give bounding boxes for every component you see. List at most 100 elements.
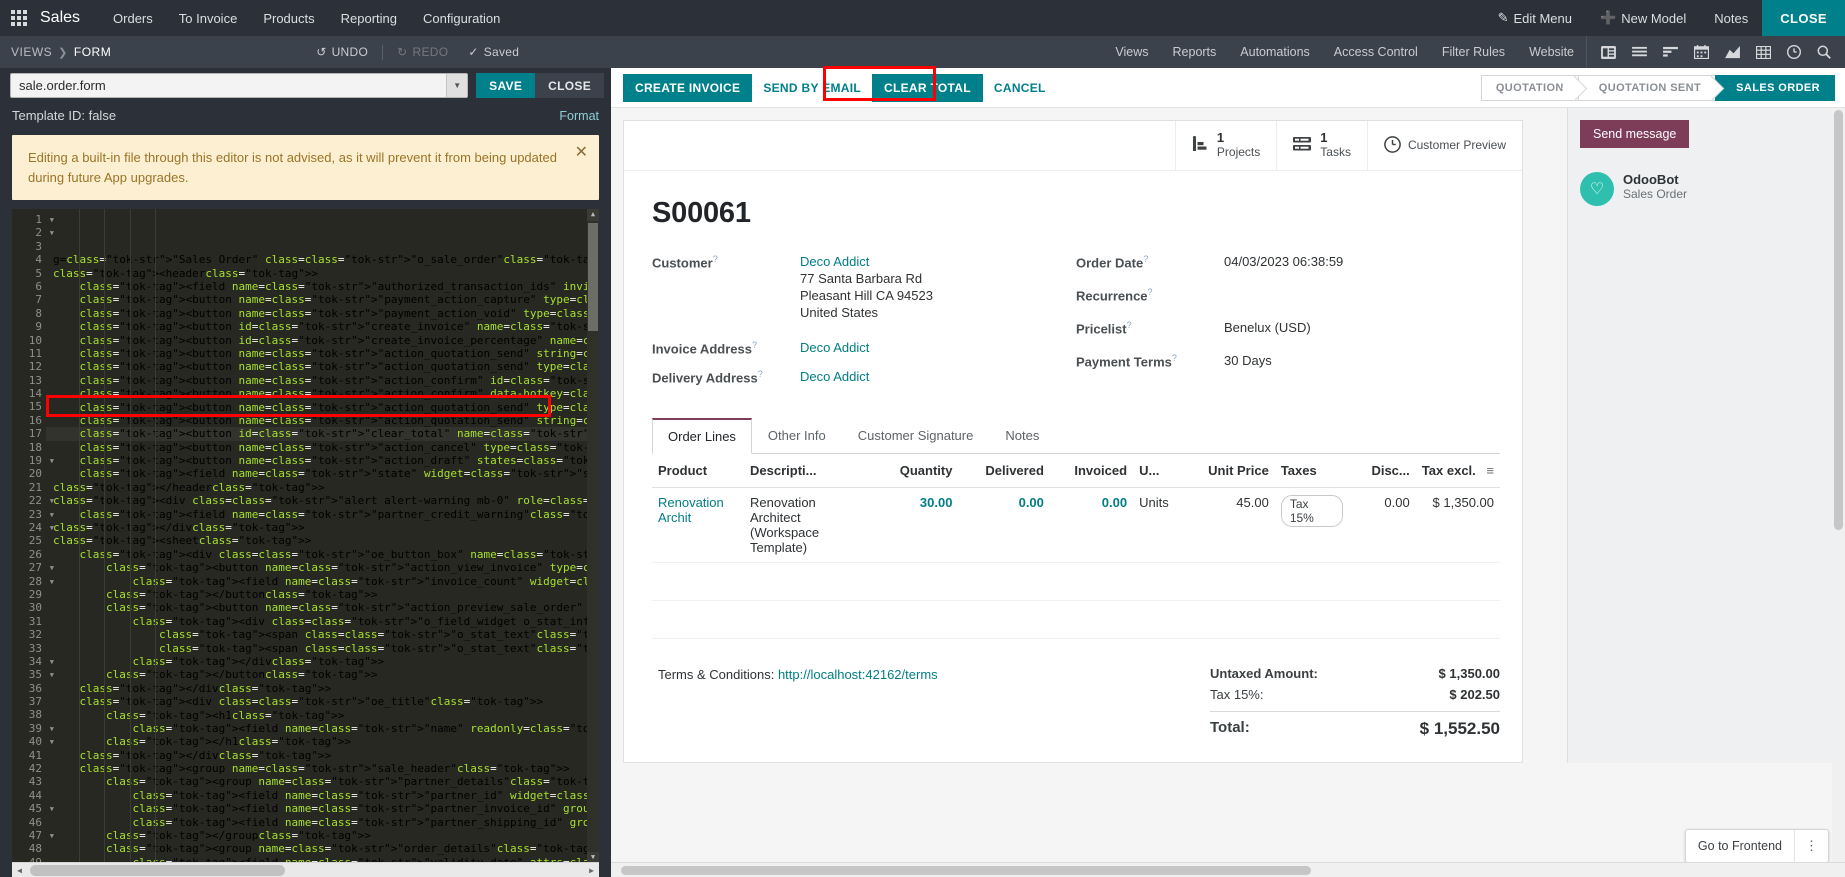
avatar[interactable]: ♡ — [1580, 172, 1614, 206]
cell-quantity[interactable]: 30.00 — [867, 487, 959, 563]
code-line[interactable]: class="tok-tag"><field name=class="tok-s… — [46, 722, 587, 735]
code-line[interactable]: class="tok-tag"><button name=class="tok-… — [46, 454, 588, 467]
code-line[interactable]: class="tok-tag"><button name=class="tok-… — [46, 561, 587, 574]
clear-total-button[interactable]: CLEAR TOTAL — [872, 73, 983, 102]
code-line[interactable]: class="tok-tag"></divclass="tok-tag">> — [46, 521, 587, 534]
search-icon[interactable] — [1809, 40, 1839, 64]
col-taxes[interactable]: Taxes — [1274, 454, 1350, 488]
col-invoiced[interactable]: Invoiced — [1049, 454, 1134, 488]
status-step-quotation[interactable]: QUOTATION — [1480, 74, 1578, 101]
form-hscroll-thumb[interactable] — [621, 866, 1311, 875]
vertical-dots-icon[interactable]: ⋮ — [1794, 830, 1828, 862]
cell-delivered[interactable]: 0.00 — [958, 487, 1050, 563]
code-line[interactable]: class="tok-tag"><field name=class="tok-s… — [46, 789, 587, 802]
kanban-icon[interactable] — [1593, 41, 1624, 64]
code-line[interactable]: class="tok-tag"><div class=class="tok-st… — [46, 695, 587, 708]
tab-notes[interactable]: Notes — [989, 418, 1055, 454]
code-line[interactable]: class="tok-tag"><button name=class="tok-… — [46, 360, 588, 373]
code-line[interactable]: class="tok-tag"><button name=class="tok-… — [46, 387, 588, 400]
tab-other-info[interactable]: Other Info — [752, 418, 842, 454]
code-line[interactable]: class="tok-tag"><h1class="tok-tag">> — [46, 709, 587, 722]
col-product[interactable]: Product — [652, 454, 745, 488]
code-line[interactable]: class="tok-tag"><group name=class="tok-s… — [46, 842, 587, 855]
field-value-payment-terms[interactable]: 30 Days — [1224, 351, 1272, 373]
cell-description[interactable]: Renovation Architect (Workspace Template… — [744, 487, 868, 563]
field-value-order-date[interactable]: 04/03/2023 06:38:59 — [1224, 252, 1343, 274]
view-select-input[interactable] — [10, 73, 469, 98]
studio-tab-automations[interactable]: Automations — [1228, 37, 1321, 67]
save-button[interactable]: SAVE — [476, 73, 536, 98]
calendar-icon[interactable] — [1686, 40, 1717, 64]
code-line[interactable]: class="tok-tag"><field name=class="tok-s… — [46, 816, 587, 829]
cell-uom[interactable]: Units — [1133, 487, 1191, 563]
editor-horizontal-scrollbar[interactable]: ◀ ▶ — [12, 862, 599, 877]
pivot-icon[interactable] — [1748, 41, 1779, 64]
field-value-delivery-address[interactable]: Deco Addict — [800, 367, 869, 389]
code-line[interactable]: class="tok-tag"><field name=class="tok-s… — [46, 280, 588, 293]
code-line[interactable]: class="tok-tag"><field name=class="tok-s… — [46, 575, 587, 588]
code-line[interactable]: class="tok-tag"><button name=class="tok-… — [46, 414, 588, 427]
studio-close-button[interactable]: CLOSE — [1762, 0, 1845, 36]
code-text-area[interactable]: g=class="tok-str">"Sales Order" class=cl… — [46, 209, 587, 864]
redo-button[interactable]: ↻ REDO — [388, 41, 457, 63]
scroll-left-arrow-icon[interactable]: ◀ — [12, 863, 27, 877]
menu-reporting[interactable]: Reporting — [328, 2, 410, 35]
status-step-sales-order[interactable]: SALES ORDER — [1715, 74, 1835, 101]
stat-button-projects[interactable]: 1 Projects — [1174, 121, 1276, 170]
apps-grid-icon[interactable] — [0, 10, 38, 26]
status-step-quotation-sent[interactable]: QUOTATION SENT — [1577, 74, 1716, 101]
new-model-button[interactable]: ➕ New Model — [1586, 1, 1700, 35]
notes-button[interactable]: Notes — [1700, 2, 1762, 35]
menu-configuration[interactable]: Configuration — [410, 2, 513, 35]
field-value-pricelist[interactable]: Benelux (USD) — [1224, 318, 1311, 340]
code-line[interactable]: class="tok-tag"><field name=class="tok-s… — [46, 467, 588, 480]
cell-tax-excl[interactable]: $ 1,350.00 — [1415, 487, 1500, 563]
studio-tab-reports[interactable]: Reports — [1161, 37, 1229, 67]
editor-vertical-scrollbar[interactable]: ▲ ▼ — [587, 209, 599, 864]
cell-discount[interactable]: 0.00 — [1349, 487, 1416, 563]
code-line[interactable]: class="tok-tag"></buttonclass="tok-tag">… — [46, 668, 587, 681]
send-message-button[interactable]: Send message — [1580, 120, 1690, 148]
send-by-email-button[interactable]: SEND BY EMAIL — [752, 74, 872, 102]
studio-tab-filter-rules[interactable]: Filter Rules — [1430, 37, 1517, 67]
code-line[interactable]: class="tok-tag"></buttonclass="tok-tag">… — [46, 588, 587, 601]
code-line[interactable]: class="tok-tag"><div class=class="tok-st… — [46, 494, 587, 507]
col-discount[interactable]: Disc... — [1349, 454, 1416, 488]
code-line[interactable]: class="tok-tag"><button id=class="tok-st… — [46, 334, 588, 347]
editor-hscroll-thumb[interactable] — [30, 865, 285, 876]
code-line[interactable]: class="tok-tag"><div class=class="tok-st… — [46, 615, 587, 628]
col-tax-excl[interactable]: Tax excl. ≡ — [1415, 454, 1500, 488]
form-vscroll-thumb[interactable] — [1834, 110, 1843, 530]
field-value-invoice-address[interactable]: Deco Addict — [800, 338, 869, 360]
editor-vscroll-thumb[interactable] — [588, 223, 598, 331]
code-line[interactable]: class="tok-tag"><button id=class="tok-st… — [46, 427, 587, 441]
code-line[interactable]: class="tok-tag"><button name=class="tok-… — [46, 601, 587, 614]
col-delivered[interactable]: Delivered — [958, 454, 1050, 488]
edit-menu-button[interactable]: ✎ Edit Menu — [1484, 1, 1586, 35]
cell-unit-price[interactable]: 45.00 — [1191, 487, 1275, 563]
form-horizontal-scrollbar[interactable] — [611, 862, 1845, 877]
code-line[interactable]: class="tok-tag"><group name=class="tok-s… — [46, 762, 587, 775]
stat-button-customer-preview[interactable]: Customer Preview — [1366, 121, 1522, 170]
code-line[interactable]: class="tok-tag"><button name=class="tok-… — [46, 441, 588, 454]
code-line[interactable]: class="tok-tag"><button name=class="tok-… — [46, 401, 588, 414]
code-line[interactable]: class="tok-tag"><div class=class="tok-st… — [46, 548, 588, 561]
close-editor-button[interactable]: CLOSE — [535, 73, 604, 98]
cancel-button[interactable]: CANCEL — [983, 74, 1057, 102]
studio-tab-access-control[interactable]: Access Control — [1322, 37, 1430, 67]
activity-clock-icon[interactable] — [1779, 40, 1809, 64]
table-row[interactable]: Renovation Archit Renovation Architect (… — [652, 487, 1500, 563]
gantt-icon[interactable] — [1655, 41, 1686, 64]
settings-sliders-icon[interactable]: ≡ — [1486, 463, 1494, 478]
code-line[interactable]: class="tok-tag"><sheetclass="tok-tag">> — [46, 534, 587, 547]
format-button[interactable]: Format — [559, 109, 599, 123]
code-line[interactable]: class="tok-tag"><button name=class="tok-… — [46, 374, 588, 387]
studio-tab-website[interactable]: Website — [1517, 37, 1586, 67]
scroll-right-arrow-icon[interactable]: ▶ — [584, 863, 599, 877]
code-line[interactable]: class="tok-tag"></h1class="tok-tag">> — [46, 735, 587, 748]
code-line[interactable]: class="tok-tag"><button name=class="tok-… — [46, 307, 588, 320]
col-unit-price[interactable]: Unit Price — [1191, 454, 1275, 488]
code-line[interactable]: g=class="tok-str">"Sales Order" class=cl… — [46, 253, 587, 266]
col-quantity[interactable]: Quantity — [867, 454, 959, 488]
code-line[interactable]: class="tok-tag"><group name=class="tok-s… — [46, 775, 587, 788]
